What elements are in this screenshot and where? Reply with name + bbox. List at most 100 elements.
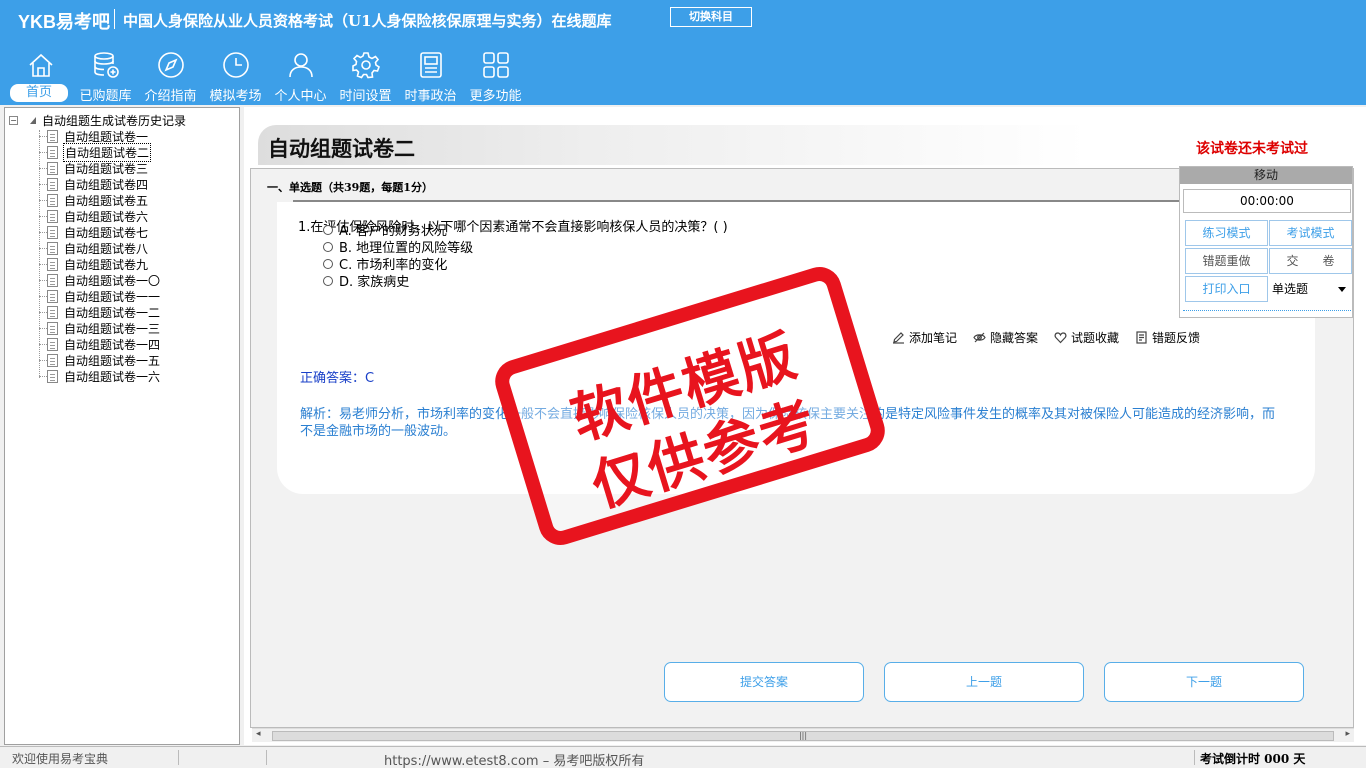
horizontal-scrollbar[interactable]: ◂ ||| ▸ <box>252 728 1354 742</box>
nav-politics[interactable]: 时事政治 <box>398 48 463 104</box>
tree-item-label: 自动组题试卷一三 <box>64 321 161 336</box>
radio-button[interactable] <box>323 224 333 235</box>
scrollbar-thumb[interactable]: ||| <box>272 731 1334 741</box>
tree-root-label: 自动组题生成试卷历史记录 <box>42 113 187 128</box>
exam-mode-button[interactable]: 考试模式 <box>1269 220 1352 246</box>
document-icon <box>47 305 58 319</box>
status-bar: 欢迎使用易考宝典 https://www.etest8.com – 易考吧版权所… <box>0 746 1366 768</box>
add-note-button[interactable]: 添加笔记 <box>892 329 957 346</box>
document-icon <box>47 321 58 335</box>
tree-item[interactable]: 自动组题试卷四 <box>39 176 149 192</box>
submit-answer-button[interactable]: 提交答案 <box>664 662 864 702</box>
tree-connector <box>39 135 47 137</box>
option-b[interactable]: B. 地理位置的风险等级 <box>323 238 473 256</box>
tree-item-label: 自动组题试卷九 <box>64 257 149 272</box>
switch-subject-button[interactable]: 切换科目 <box>670 7 752 27</box>
nav-guide[interactable]: 介绍指南 <box>138 48 203 104</box>
nav-label: 更多功能 <box>469 89 522 104</box>
tree-item-label: 自动组题试卷一五 <box>64 353 161 368</box>
option-d[interactable]: D. 家族病史 <box>323 272 409 290</box>
tree-item[interactable]: 自动组题试卷九 <box>39 256 149 272</box>
nav-home[interactable]: 首页 <box>8 48 73 104</box>
panel-drag-handle[interactable]: 移动 <box>1180 167 1352 184</box>
main-nav: 首页 已购题库 介绍指南 模拟考场 个人中心 时间设置 时事政治 更多功能 <box>8 48 528 104</box>
hide-answer-button[interactable]: 隐藏答案 <box>973 329 1038 346</box>
tree-item[interactable]: 自动组题试卷三 <box>39 160 149 176</box>
tree-item[interactable]: 自动组题试卷一〇 <box>39 272 161 288</box>
question-type-select[interactable]: 单选题 <box>1269 276 1352 302</box>
tree-item[interactable]: 自动组题试卷一一 <box>39 288 161 304</box>
document-icon <box>47 353 58 367</box>
heart-icon <box>1054 332 1067 344</box>
tree-item-label: 自动组题试卷六 <box>64 209 149 224</box>
app-title: 中国人身保险从业人员资格考试（U1人身保险核保原理与实务）在线题库 <box>123 12 612 30</box>
favorite-button[interactable]: 试题收藏 <box>1054 329 1119 346</box>
tree-connector <box>39 375 47 377</box>
document-icon <box>47 337 58 351</box>
document-icon <box>47 273 58 287</box>
radio-button[interactable] <box>323 258 333 269</box>
tree-item[interactable]: 自动组题试卷二 <box>39 142 152 162</box>
tree-root[interactable]: − 自动组题生成试卷历史记录 <box>9 112 186 128</box>
tree-item-label: 自动组题试卷一四 <box>64 337 161 352</box>
tree-connector <box>39 183 47 185</box>
section-title: 一、单选题（共39题，每题1分） <box>267 181 433 194</box>
document-icon <box>47 257 58 271</box>
tree-item[interactable]: 自动组题试卷五 <box>39 192 149 208</box>
scroll-right-icon[interactable]: ▸ <box>1345 729 1350 739</box>
action-label: 错题反馈 <box>1152 331 1201 345</box>
tree-connector <box>39 311 47 313</box>
tree-item[interactable]: 自动组题试卷一五 <box>39 352 161 368</box>
nav-purchased[interactable]: 已购题库 <box>73 48 138 104</box>
document-icon <box>47 209 58 223</box>
tree-item[interactable]: 自动组题试卷一二 <box>39 304 161 320</box>
print-button[interactable]: 打印入口 <box>1185 276 1268 302</box>
hand-in-button[interactable]: 交 卷 <box>1269 248 1352 274</box>
document-icon <box>47 241 58 255</box>
nav-label: 个人中心 <box>274 89 327 104</box>
app-logo: YKB易考吧 <box>18 12 111 32</box>
tree-connector <box>39 343 47 345</box>
tree-item[interactable]: 自动组题试卷一四 <box>39 336 161 352</box>
radio-button[interactable] <box>323 275 333 286</box>
error-feedback-button[interactable]: 错题反馈 <box>1135 329 1200 346</box>
nav-mock-exam[interactable]: 模拟考场 <box>203 48 268 104</box>
collapse-icon[interactable]: − <box>9 115 18 125</box>
redo-wrong-button[interactable]: 错题重做 <box>1185 248 1268 274</box>
nav-more[interactable]: 更多功能 <box>463 48 528 104</box>
action-label: 添加笔记 <box>909 331 958 345</box>
tree-item-label: 自动组题试卷四 <box>64 177 149 192</box>
nav-label: 时间设置 <box>339 89 392 104</box>
prev-question-button[interactable]: 上一题 <box>884 662 1084 702</box>
user-icon <box>289 53 313 78</box>
tree-item[interactable]: 自动组题试卷八 <box>39 240 149 256</box>
exam-status: 该试卷还未考试过 <box>1196 141 1308 157</box>
document-icon <box>47 177 58 191</box>
clock-icon <box>223 52 249 78</box>
tree-connector <box>39 295 47 297</box>
nav-time-settings[interactable]: 时间设置 <box>333 48 398 104</box>
option-a[interactable]: A. 客户的财务状况 <box>323 221 447 239</box>
document-icon <box>47 193 58 207</box>
gear-icon <box>352 52 380 79</box>
tree-item[interactable]: 自动组题试卷七 <box>39 224 149 240</box>
tree-item[interactable]: 自动组题试卷一六 <box>39 368 161 384</box>
document-icon <box>47 369 58 383</box>
tree-item[interactable]: 自动组题试卷一三 <box>39 320 161 336</box>
option-c[interactable]: C. 市场利率的变化 <box>323 255 447 273</box>
next-question-button[interactable]: 下一题 <box>1104 662 1304 702</box>
tree-root-icon <box>30 116 36 124</box>
status-separator <box>178 750 179 765</box>
tree-item[interactable]: 自动组题试卷六 <box>39 208 149 224</box>
radio-button[interactable] <box>323 241 333 252</box>
pencil-icon <box>893 332 904 344</box>
correct-answer: 正确答案：C <box>300 371 375 386</box>
scroll-left-icon[interactable]: ◂ <box>256 729 261 739</box>
title-separator <box>114 9 115 29</box>
question-type-value: 单选题 <box>1272 282 1309 296</box>
action-label: 试题收藏 <box>1071 331 1120 345</box>
exam-control-panel: 移动 00:00:00 练习模式 考试模式 错题重做 交 卷 打印入口 单选题 <box>1179 166 1353 318</box>
nav-personal[interactable]: 个人中心 <box>268 48 333 104</box>
practice-mode-button[interactable]: 练习模式 <box>1185 220 1268 246</box>
paper-history-tree: − 自动组题生成试卷历史记录 自动组题试卷一 自动组题试卷二 自动组题试卷三 自动组题… <box>4 107 240 745</box>
